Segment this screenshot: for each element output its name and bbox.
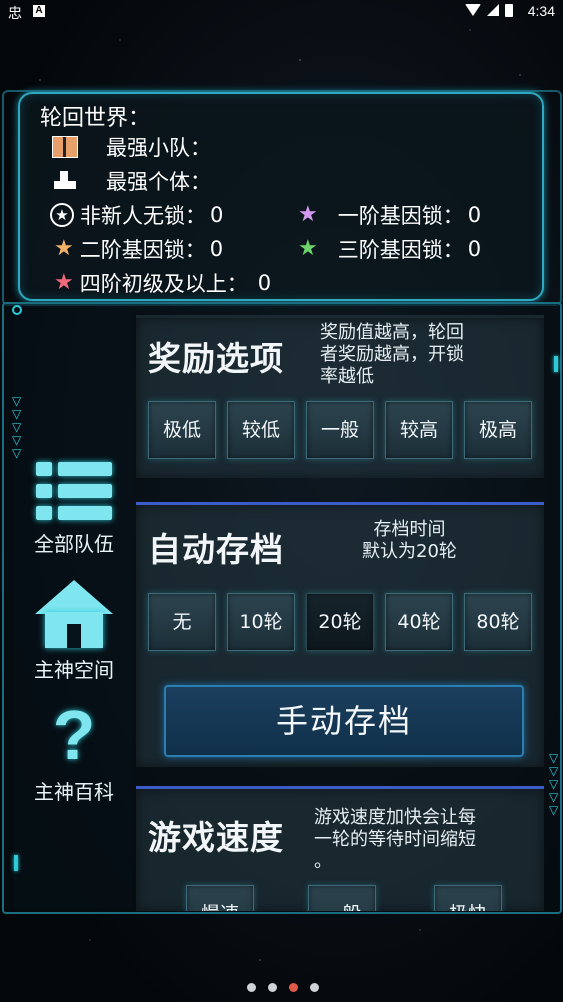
team-icon (52, 136, 78, 158)
clock: 4:34 (527, 3, 555, 19)
autosave-option-none[interactable]: 无 (148, 593, 216, 651)
strongest-team-label: 最强小队： (106, 136, 211, 160)
autosave-title: 自动存档 (148, 530, 284, 569)
page-dot[interactable] (310, 983, 319, 992)
nav-encyclopedia[interactable]: ? 主神百科 (14, 700, 134, 805)
speed-section: 游戏速度 游戏速度加快会让每 一轮的等待时间缩短 。 慢速 一般 极快 (136, 786, 544, 911)
green-star-icon: ★ (298, 236, 318, 261)
status-bar: 忠 A 4:34 (0, 0, 563, 24)
reward-option-very-low[interactable]: 极低 (148, 401, 216, 459)
stat-value: 0 (210, 203, 224, 227)
orange-star-icon: ★ (54, 236, 74, 261)
stat-row: ★ 非新人无锁： 0 (50, 200, 223, 230)
question-icon: ? (52, 696, 96, 774)
stat-value: 0 (257, 271, 272, 295)
autosave-desc: 存档时间 默认为20轮 (362, 519, 457, 562)
notification-icon: 忠 (8, 5, 22, 21)
wifi-icon (465, 4, 481, 16)
nav-label: 主神空间 (34, 658, 114, 682)
page-dot[interactable] (247, 983, 256, 992)
stat-value: 0 (467, 237, 482, 261)
reward-option-high[interactable]: 较高 (385, 401, 453, 459)
frame-bar-decor (14, 855, 18, 871)
nav-all-teams[interactable]: 全部队伍 (14, 460, 134, 557)
strongest-individual-label: 最强个体： (106, 170, 211, 194)
stat-label: 四阶初级及以上： (79, 272, 248, 296)
speed-option-slow[interactable]: 慢速 (186, 885, 254, 911)
app-badge-icon: A (33, 5, 45, 17)
red-star-icon: ★ (54, 270, 74, 295)
reward-title: 奖励选项 (148, 339, 284, 378)
stat-row: ★ 四阶初级及以上： 0 (54, 268, 271, 298)
speed-option-normal[interactable]: 一般 (308, 885, 376, 911)
arrow-decor-icon: ▽ ▽ ▽ ▽ ▽ (12, 394, 22, 460)
stat-row: ★ 三阶基因锁： 0 (298, 234, 481, 264)
nav-label: 全部队伍 (34, 532, 114, 556)
reward-option-very-high[interactable]: 极高 (464, 401, 532, 459)
battery-icon (505, 4, 513, 17)
autosave-option-40[interactable]: 40轮 (385, 593, 453, 651)
stat-label: 二阶基因锁： (79, 238, 206, 262)
nav-label: 主神百科 (34, 780, 114, 804)
home-icon (35, 580, 113, 650)
page-dot-active[interactable] (289, 983, 298, 992)
arrow-decor-icon: ▽ ▽ ▽ ▽ ▽ (549, 751, 559, 817)
strongest-team-row: 最强小队： (52, 132, 211, 162)
stat-value: 0 (209, 237, 224, 261)
frame-node-icon (12, 305, 22, 315)
page-indicator (247, 983, 319, 992)
manual-save-button[interactable]: 手动存档 (164, 685, 524, 757)
reward-option-normal[interactable]: 一般 (306, 401, 374, 459)
reward-option-low[interactable]: 较低 (227, 401, 295, 459)
reward-desc: 奖励值越高，轮回 者奖励越高，开锁 率越低 (320, 322, 464, 387)
speed-title: 游戏速度 (148, 818, 284, 857)
autosave-option-20[interactable]: 20轮 (306, 593, 374, 651)
frame-bar-decor (554, 356, 558, 372)
autosave-option-10[interactable]: 10轮 (227, 593, 295, 651)
purple-star-icon: ★ (298, 202, 318, 227)
stat-label: 非新人无锁： (80, 204, 206, 228)
strongest-individual-row: 最强个体： (54, 166, 211, 196)
stat-label: 一阶基因锁： (337, 204, 464, 228)
autosave-option-80[interactable]: 80轮 (464, 593, 532, 651)
list-icon (36, 460, 112, 522)
speed-option-fast[interactable]: 极快 (434, 885, 502, 911)
stat-row: ★ 一阶基因锁： 0 (298, 200, 481, 230)
stat-value: 0 (467, 203, 482, 227)
speed-desc: 游戏速度加快会让每 一轮的等待时间缩短 。 (314, 807, 476, 872)
individual-icon (54, 171, 76, 191)
page-dot[interactable] (268, 983, 277, 992)
stat-label: 三阶基因锁： (337, 238, 464, 262)
world-info-panel: 轮回世界： 最强小队： 最强个体： ★ 非新人无锁： 0 ★ 一阶基因锁： 0 … (18, 92, 544, 301)
world-title: 轮回世界： (40, 106, 151, 131)
star-circle-icon: ★ (50, 203, 74, 227)
signal-icon (487, 4, 499, 16)
stat-row: ★ 二阶基因锁： 0 (54, 234, 223, 264)
nav-home-space[interactable]: 主神空间 (14, 580, 134, 683)
